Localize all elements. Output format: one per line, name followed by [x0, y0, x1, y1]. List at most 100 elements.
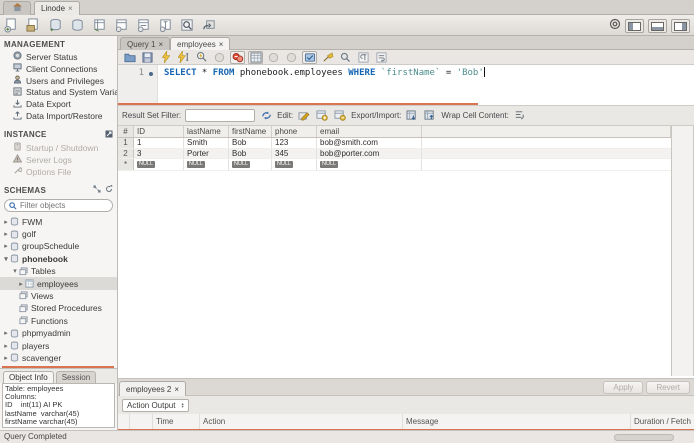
- output-col-message[interactable]: Message: [403, 414, 631, 429]
- cell-phone[interactable]: 345: [272, 148, 317, 158]
- cell-firstname[interactable]: Bob: [229, 148, 272, 158]
- stop-icon[interactable]: [212, 51, 227, 64]
- tree-item-fwm[interactable]: ▸ FWM: [0, 215, 117, 227]
- chevron-right-icon[interactable]: ▸: [2, 242, 10, 250]
- sidebar-item-data-import[interactable]: Data Import/Restore: [0, 110, 117, 122]
- tree-item-golf[interactable]: ▸ golf: [0, 228, 117, 240]
- tab-employees-2[interactable]: employees 2 ×: [119, 381, 187, 397]
- cell-lastname[interactable]: Smith: [184, 138, 229, 148]
- limit-rows-icon[interactable]: [248, 50, 263, 64]
- wrap-text-icon[interactable]: [374, 51, 389, 64]
- cell-id[interactable]: 1: [134, 138, 184, 148]
- beautify-icon[interactable]: [320, 51, 335, 64]
- instance-config-icon[interactable]: [105, 130, 113, 140]
- search-objects-icon[interactable]: [179, 17, 196, 34]
- col-header-firstname[interactable]: firstName: [229, 126, 272, 137]
- screencast-icon[interactable]: [609, 17, 621, 35]
- schemas-refresh-icon[interactable]: [105, 185, 113, 195]
- col-header-lastname[interactable]: lastName: [184, 126, 229, 137]
- sidebar-item-status-variables[interactable]: Status and System Variables: [0, 86, 117, 98]
- invisible-chars-icon[interactable]: [356, 51, 371, 64]
- edit-record-icon[interactable]: [297, 109, 311, 122]
- close-icon[interactable]: ×: [219, 40, 224, 49]
- output-col-time[interactable]: Time: [153, 414, 200, 429]
- apply-button[interactable]: Apply: [603, 381, 644, 394]
- cell-email[interactable]: bob@smith.com: [317, 138, 422, 148]
- tree-item-employees[interactable]: ▸ employees: [0, 277, 117, 290]
- cell-lastname[interactable]: Porter: [184, 148, 229, 158]
- new-procedure-icon[interactable]: [135, 17, 152, 34]
- tab-query-1[interactable]: Query 1 ×: [120, 37, 171, 50]
- result-filter-input[interactable]: [185, 109, 256, 122]
- toggle-right-panel-icon[interactable]: [671, 19, 690, 33]
- tree-item-groupschedule[interactable]: ▸ groupSchedule: [0, 240, 117, 252]
- col-header-rownum[interactable]: #: [118, 126, 134, 137]
- schemas-expand-icon[interactable]: [93, 185, 101, 195]
- chevron-right-icon[interactable]: ▸: [2, 230, 10, 238]
- execute-current-icon[interactable]: [176, 51, 191, 64]
- open-script-icon[interactable]: [25, 17, 42, 34]
- close-icon[interactable]: ×: [68, 4, 73, 13]
- rollback-icon[interactable]: [284, 51, 299, 64]
- sidebar-item-users-privileges[interactable]: Users and Privileges: [0, 75, 117, 87]
- sidebar-item-options-file[interactable]: Options File: [0, 166, 117, 178]
- delete-record-icon[interactable]: [333, 109, 347, 122]
- tree-item-stored-procedures[interactable]: Stored Procedures: [0, 302, 117, 314]
- chevron-right-icon[interactable]: ▸: [17, 280, 25, 288]
- refresh-icon[interactable]: [259, 109, 273, 122]
- sidebar-item-client-connections[interactable]: Client Connections: [0, 63, 117, 75]
- col-header-email[interactable]: email: [317, 126, 422, 137]
- chevron-right-icon[interactable]: ▸: [2, 329, 10, 337]
- output-col-duration[interactable]: Duration / Fetch: [631, 414, 694, 429]
- row-number[interactable]: 1: [118, 138, 134, 148]
- new-view-icon[interactable]: [113, 17, 130, 34]
- row-number[interactable]: 2: [118, 148, 134, 158]
- execute-icon[interactable]: [158, 51, 173, 64]
- chevron-right-icon[interactable]: ▸: [2, 342, 10, 350]
- find-icon[interactable]: [338, 51, 353, 64]
- revert-button[interactable]: Revert: [646, 381, 690, 394]
- sql-editor[interactable]: 1 SELECT * FROM phonebook.employees WHER…: [118, 65, 694, 103]
- output-type-select[interactable]: Action Output ▴ ▾: [122, 398, 189, 412]
- chevron-down-icon[interactable]: ▾: [2, 255, 10, 263]
- tree-item-scavenger[interactable]: ▸ scavenger: [0, 352, 117, 364]
- insert-record-icon[interactable]: [315, 109, 329, 122]
- chevron-right-icon[interactable]: ▸: [2, 354, 10, 362]
- chevron-right-icon[interactable]: ▸: [2, 218, 10, 226]
- tree-item-phonebook[interactable]: ▾ phonebook: [0, 253, 117, 265]
- db-connection-icon[interactable]: [69, 17, 86, 34]
- connection-tab[interactable]: Linode ×: [34, 1, 80, 15]
- export-icon[interactable]: [405, 109, 419, 122]
- toggle-left-panel-icon[interactable]: [625, 19, 644, 33]
- commit-icon[interactable]: [266, 51, 281, 64]
- tree-item-views[interactable]: Views: [0, 290, 117, 302]
- tab-employees[interactable]: employees ×: [170, 37, 231, 50]
- wrap-cell-icon[interactable]: [513, 109, 527, 122]
- output-col-action[interactable]: Action: [200, 414, 403, 429]
- col-header-phone[interactable]: phone: [272, 126, 317, 137]
- tree-item-functions[interactable]: Functions: [0, 315, 117, 327]
- chevron-down-icon[interactable]: ▾: [11, 267, 19, 275]
- row-number[interactable]: *: [118, 159, 134, 170]
- col-header-id[interactable]: ID: [134, 126, 184, 137]
- sidebar-item-server-status[interactable]: Server Status: [0, 51, 117, 63]
- autocommit-toggle[interactable]: [302, 50, 317, 64]
- sql-text[interactable]: SELECT * FROM phonebook.employees WHERE …: [164, 67, 485, 78]
- tree-item-players[interactable]: ▸ players: [0, 339, 117, 351]
- new-schema-icon[interactable]: [47, 17, 64, 34]
- new-query-icon[interactable]: [3, 17, 20, 34]
- tree-item-phpmyadmin[interactable]: ▸ phpmyadmin: [0, 327, 117, 339]
- sidebar-item-server-logs[interactable]: Server Logs: [0, 154, 117, 166]
- cell-phone[interactable]: 123: [272, 138, 317, 148]
- tree-item-tables[interactable]: ▾ Tables: [0, 265, 117, 277]
- close-icon[interactable]: ×: [174, 385, 179, 394]
- cell-id[interactable]: 3: [134, 148, 184, 158]
- horizontal-scrollbar[interactable]: [614, 434, 674, 441]
- tab-session[interactable]: Session: [55, 370, 97, 383]
- cell-email[interactable]: bob@porter.com: [317, 148, 422, 158]
- save-icon[interactable]: [140, 51, 155, 64]
- home-tab[interactable]: [3, 1, 31, 15]
- toggle-bottom-panel-icon[interactable]: [648, 19, 667, 33]
- explain-icon[interactable]: [194, 51, 209, 64]
- cell-firstname[interactable]: Bob: [229, 138, 272, 148]
